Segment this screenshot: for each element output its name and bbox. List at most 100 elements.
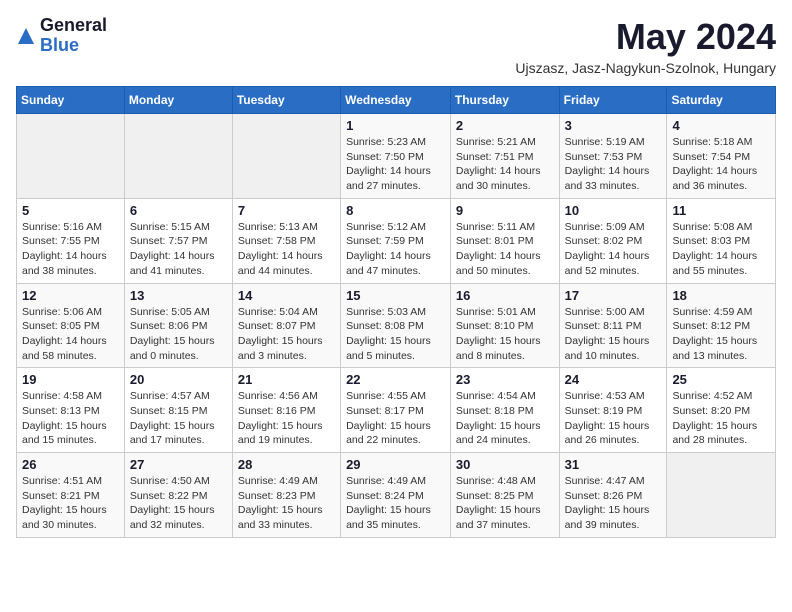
day-info: Sunrise: 4:53 AM Sunset: 8:19 PM Dayligh…: [565, 389, 662, 448]
day-info: Sunrise: 4:58 AM Sunset: 8:13 PM Dayligh…: [22, 389, 119, 448]
calendar-cell: 22 Sunrise: 4:55 AM Sunset: 8:17 PM Dayli…: [341, 368, 451, 453]
calendar-cell: 19 Sunrise: 4:58 AM Sunset: 8:13 PM Dayli…: [17, 368, 125, 453]
day-info: Sunrise: 4:55 AM Sunset: 8:17 PM Dayligh…: [346, 389, 445, 448]
week-row-3: 12 Sunrise: 5:06 AM Sunset: 8:05 PM Dayli…: [17, 283, 776, 368]
calendar-cell: 21Sunrise: 4:56 AM Sunset: 8:16 PM Dayli…: [232, 368, 340, 453]
day-number: 25: [672, 372, 770, 387]
header-day-tuesday: Tuesday: [232, 87, 340, 114]
day-info: Sunrise: 4:57 AM Sunset: 8:15 PM Dayligh…: [130, 389, 227, 448]
header-day-sunday: Sunday: [17, 87, 125, 114]
day-number: 22: [346, 372, 445, 387]
day-number: 15: [346, 288, 445, 303]
day-info: Sunrise: 5:13 AM Sunset: 7:58 PM Dayligh…: [238, 220, 335, 279]
logo-general: General: [40, 16, 107, 36]
day-number: 7: [238, 203, 335, 218]
day-info: Sunrise: 5:19 AM Sunset: 7:53 PM Dayligh…: [565, 135, 662, 194]
day-number: 3: [565, 118, 662, 133]
calendar-cell: 8 Sunrise: 5:12 AM Sunset: 7:59 PM Daylig…: [341, 198, 451, 283]
title-area: May 2024 Ujszasz, Jasz-Nagykun-Szolnok, …: [515, 16, 776, 76]
logo-icon: [16, 26, 36, 46]
day-info: Sunrise: 4:49 AM Sunset: 8:23 PM Dayligh…: [238, 474, 335, 533]
calendar-cell: 9 Sunrise: 5:11 AM Sunset: 8:01 PM Daylig…: [450, 198, 559, 283]
calendar-cell: 7 Sunrise: 5:13 AM Sunset: 7:58 PM Daylig…: [232, 198, 340, 283]
day-info: Sunrise: 4:50 AM Sunset: 8:22 PM Dayligh…: [130, 474, 227, 533]
calendar-cell: 24 Sunrise: 4:53 AM Sunset: 8:19 PM Dayli…: [559, 368, 667, 453]
calendar-cell: 2Sunrise: 5:21 AM Sunset: 7:51 PM Daylig…: [450, 114, 559, 199]
day-info: Sunrise: 5:04 AM Sunset: 8:07 PM Dayligh…: [238, 305, 335, 364]
day-info: Sunrise: 5:09 AM Sunset: 8:02 PM Dayligh…: [565, 220, 662, 279]
calendar-cell: 6 Sunrise: 5:15 AM Sunset: 7:57 PM Daylig…: [124, 198, 232, 283]
calendar-cell: 4Sunrise: 5:18 AM Sunset: 7:54 PM Daylig…: [667, 114, 776, 199]
day-number: 4: [672, 118, 770, 133]
day-info: Sunrise: 5:16 AM Sunset: 7:55 PM Dayligh…: [22, 220, 119, 279]
day-info: Sunrise: 5:00 AM Sunset: 8:11 PM Dayligh…: [565, 305, 662, 364]
day-number: 1: [346, 118, 445, 133]
day-number: 17: [565, 288, 662, 303]
calendar-cell: 29Sunrise: 4:49 AM Sunset: 8:24 PM Dayli…: [341, 453, 451, 538]
calendar-cell: [124, 114, 232, 199]
calendar-cell: 1 Sunrise: 5:23 AM Sunset: 7:50 PM Daylig…: [341, 114, 451, 199]
day-info: Sunrise: 5:11 AM Sunset: 8:01 PM Dayligh…: [456, 220, 554, 279]
calendar-cell: 14 Sunrise: 5:04 AM Sunset: 8:07 PM Dayli…: [232, 283, 340, 368]
day-number: 11: [672, 203, 770, 218]
logo-text: General Blue: [40, 16, 107, 56]
day-number: 18: [672, 288, 770, 303]
day-info: Sunrise: 5:12 AM Sunset: 7:59 PM Dayligh…: [346, 220, 445, 279]
calendar-cell: 5 Sunrise: 5:16 AM Sunset: 7:55 PM Daylig…: [17, 198, 125, 283]
calendar-cell: 31 Sunrise: 4:47 AM Sunset: 8:26 PM Dayli…: [559, 453, 667, 538]
day-info: Sunrise: 4:48 AM Sunset: 8:25 PM Dayligh…: [456, 474, 554, 533]
day-info: Sunrise: 5:01 AM Sunset: 8:10 PM Dayligh…: [456, 305, 554, 364]
day-info: Sunrise: 4:49 AM Sunset: 8:24 PM Dayligh…: [346, 474, 445, 533]
calendar-cell: 16Sunrise: 5:01 AM Sunset: 8:10 PM Dayli…: [450, 283, 559, 368]
calendar-cell: 18 Sunrise: 4:59 AM Sunset: 8:12 PM Dayli…: [667, 283, 776, 368]
day-number: 30: [456, 457, 554, 472]
calendar-cell: 15 Sunrise: 5:03 AM Sunset: 8:08 PM Dayli…: [341, 283, 451, 368]
day-info: Sunrise: 5:05 AM Sunset: 8:06 PM Dayligh…: [130, 305, 227, 364]
calendar-cell: 20Sunrise: 4:57 AM Sunset: 8:15 PM Dayli…: [124, 368, 232, 453]
calendar-cell: 12 Sunrise: 5:06 AM Sunset: 8:05 PM Dayli…: [17, 283, 125, 368]
day-number: 13: [130, 288, 227, 303]
day-number: 10: [565, 203, 662, 218]
day-number: 6: [130, 203, 227, 218]
calendar-cell: 26 Sunrise: 4:51 AM Sunset: 8:21 PM Dayli…: [17, 453, 125, 538]
day-number: 14: [238, 288, 335, 303]
header-day-friday: Friday: [559, 87, 667, 114]
day-number: 5: [22, 203, 119, 218]
day-info: Sunrise: 4:47 AM Sunset: 8:26 PM Dayligh…: [565, 474, 662, 533]
calendar-body: 1 Sunrise: 5:23 AM Sunset: 7:50 PM Daylig…: [17, 114, 776, 538]
header-day-wednesday: Wednesday: [341, 87, 451, 114]
day-number: 9: [456, 203, 554, 218]
calendar-cell: 17 Sunrise: 5:00 AM Sunset: 8:11 PM Dayli…: [559, 283, 667, 368]
day-number: 19: [22, 372, 119, 387]
header-row: SundayMondayTuesdayWednesdayThursdayFrid…: [17, 87, 776, 114]
day-info: Sunrise: 4:59 AM Sunset: 8:12 PM Dayligh…: [672, 305, 770, 364]
day-number: 12: [22, 288, 119, 303]
calendar-cell: 23 Sunrise: 4:54 AM Sunset: 8:18 PM Dayli…: [450, 368, 559, 453]
calendar-cell: 25 Sunrise: 4:52 AM Sunset: 8:20 PM Dayli…: [667, 368, 776, 453]
day-number: 23: [456, 372, 554, 387]
calendar-header: SundayMondayTuesdayWednesdayThursdayFrid…: [17, 87, 776, 114]
day-number: 28: [238, 457, 335, 472]
calendar-cell: 3 Sunrise: 5:19 AM Sunset: 7:53 PM Daylig…: [559, 114, 667, 199]
week-row-5: 26 Sunrise: 4:51 AM Sunset: 8:21 PM Dayli…: [17, 453, 776, 538]
day-info: Sunrise: 5:23 AM Sunset: 7:50 PM Dayligh…: [346, 135, 445, 194]
day-number: 24: [565, 372, 662, 387]
day-number: 26: [22, 457, 119, 472]
calendar-cell: 28 Sunrise: 4:49 AM Sunset: 8:23 PM Dayli…: [232, 453, 340, 538]
day-number: 8: [346, 203, 445, 218]
header-day-monday: Monday: [124, 87, 232, 114]
week-row-1: 1 Sunrise: 5:23 AM Sunset: 7:50 PM Daylig…: [17, 114, 776, 199]
logo: General Blue: [16, 16, 107, 56]
header-day-saturday: Saturday: [667, 87, 776, 114]
header: General Blue May 2024 Ujszasz, Jasz-Nagy…: [16, 16, 776, 76]
day-info: Sunrise: 4:54 AM Sunset: 8:18 PM Dayligh…: [456, 389, 554, 448]
calendar-cell: [667, 453, 776, 538]
calendar-cell: [232, 114, 340, 199]
day-info: Sunrise: 5:03 AM Sunset: 8:08 PM Dayligh…: [346, 305, 445, 364]
calendar-cell: 13 Sunrise: 5:05 AM Sunset: 8:06 PM Dayli…: [124, 283, 232, 368]
day-info: Sunrise: 4:51 AM Sunset: 8:21 PM Dayligh…: [22, 474, 119, 533]
day-info: Sunrise: 5:06 AM Sunset: 8:05 PM Dayligh…: [22, 305, 119, 364]
day-info: Sunrise: 4:52 AM Sunset: 8:20 PM Dayligh…: [672, 389, 770, 448]
day-info: Sunrise: 5:15 AM Sunset: 7:57 PM Dayligh…: [130, 220, 227, 279]
day-number: 31: [565, 457, 662, 472]
